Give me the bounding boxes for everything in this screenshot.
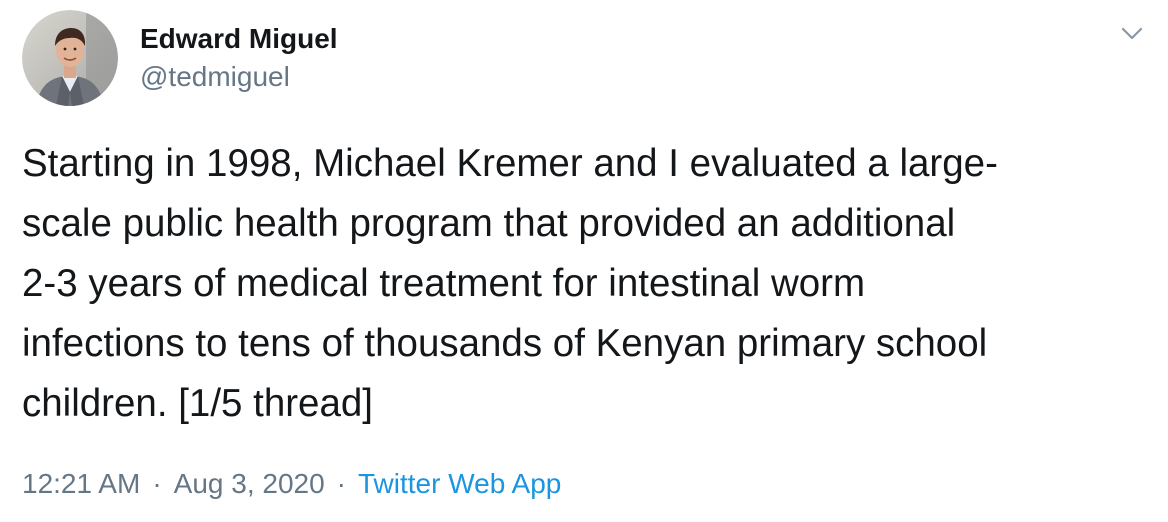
chevron-down-icon [1121,27,1143,40]
tweet-text: Starting in 1998, Michael Kremer and I e… [22,142,998,425]
tweet-card: Edward Miguel @tedmiguel Starting in 199… [0,0,1168,522]
avatar-photo [22,10,118,106]
user-handle[interactable]: @tedmiguel [140,59,338,95]
avatar[interactable] [22,10,118,106]
meta-separator: · [336,468,346,499]
tweet-header: Edward Miguel @tedmiguel [22,8,338,108]
tweet-date[interactable]: Aug 3, 2020 [174,462,325,506]
meta-separator: · [152,468,162,499]
tweet-time[interactable]: 12:21 AM [22,462,140,506]
author-names: Edward Miguel @tedmiguel [140,21,338,95]
display-name[interactable]: Edward Miguel [140,21,338,57]
more-menu-button[interactable] [1116,18,1148,50]
tweet-source-link[interactable]: Twitter Web App [358,462,561,506]
tweet-meta: 12:21 AM · Aug 3, 2020 · Twitter Web App [22,462,561,506]
